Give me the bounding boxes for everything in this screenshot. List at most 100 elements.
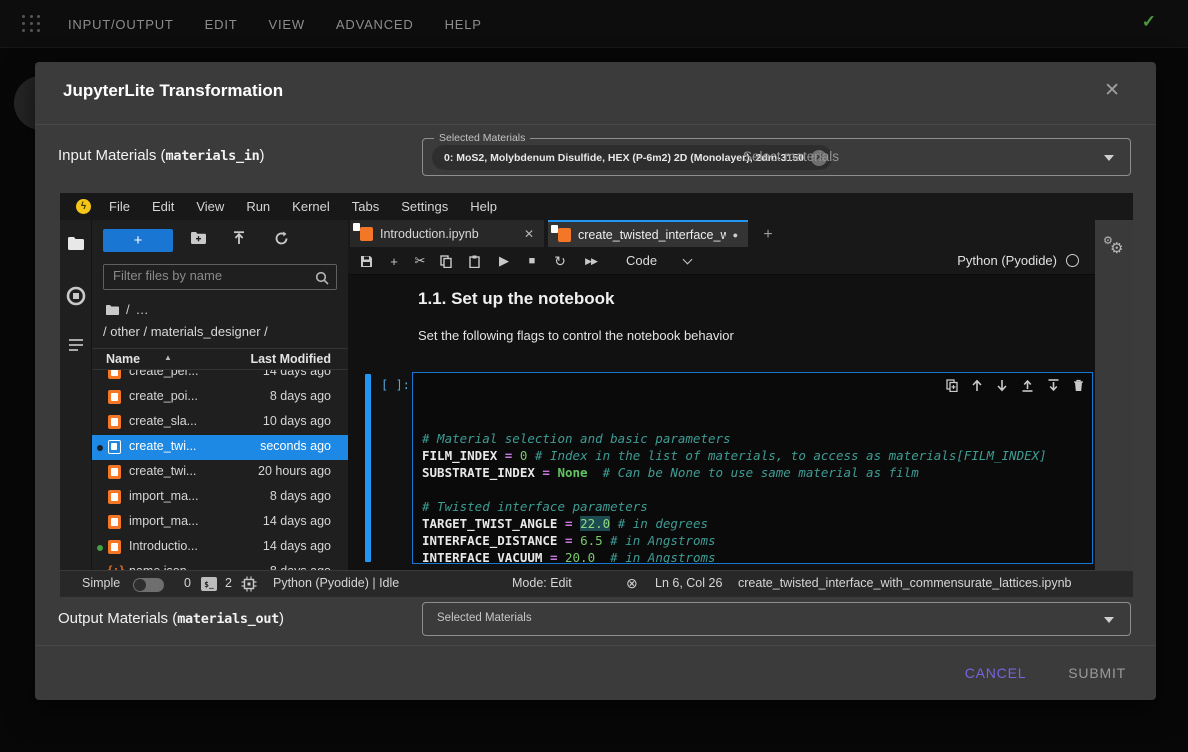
file-row[interactable]: create_twi... 20 hours ago xyxy=(92,460,348,485)
new-folder-icon[interactable] xyxy=(190,231,207,245)
toggle-knob xyxy=(134,579,146,591)
new-tab-button[interactable]: + xyxy=(755,222,781,247)
notebook-file-icon xyxy=(558,228,571,242)
file-row[interactable]: import_ma... 14 days ago xyxy=(92,510,348,535)
restart-kernel-icon[interactable]: ↻ xyxy=(550,247,570,275)
file-row[interactable]: Introductio... 14 days ago xyxy=(92,535,348,560)
move-cell-up-icon[interactable] xyxy=(971,379,983,392)
submit-button[interactable]: SUBMIT xyxy=(1068,665,1126,681)
kernel-status-text[interactable]: Python (Pyodide) | Idle xyxy=(273,576,399,590)
dropdown-caret-icon[interactable] xyxy=(1104,617,1114,623)
appbar-menu-item[interactable]: VIEW xyxy=(268,17,304,32)
chevron-down-icon[interactable] xyxy=(683,255,693,265)
column-name[interactable]: Name xyxy=(106,352,140,366)
copy-cells-icon[interactable] xyxy=(436,247,456,275)
file-row[interactable]: create_twi... seconds ago xyxy=(92,435,348,460)
file-row[interactable]: create_poi... 8 days ago xyxy=(92,385,348,410)
notebook-file-icon xyxy=(108,490,121,504)
file-row[interactable]: create_per... 14 days ago xyxy=(92,370,348,385)
restart-run-all-icon[interactable]: ▶▶ xyxy=(578,247,604,275)
file-modified: 14 days ago xyxy=(263,370,331,378)
dropdown-caret-icon[interactable] xyxy=(1104,155,1114,161)
stop-kernel-icon[interactable]: ■ xyxy=(522,247,542,275)
jupyter-menu-item[interactable]: Edit xyxy=(141,199,185,214)
running-kernels-icon[interactable] xyxy=(66,286,86,306)
duplicate-cell-icon[interactable] xyxy=(946,379,958,392)
upload-icon[interactable] xyxy=(232,231,246,246)
output-materials-dropdown[interactable]: Selected Materials xyxy=(422,602,1131,636)
notebook-file-icon xyxy=(108,440,121,454)
input-materials-select[interactable]: Selected Materials 0: MoS2, Molybdenum D… xyxy=(422,138,1131,176)
appbar-menu-item[interactable]: INPUT/OUTPUT xyxy=(68,17,174,32)
appbar-menu-item[interactable]: EDIT xyxy=(205,17,238,32)
kernel-name-button[interactable]: Python (Pyodide) xyxy=(957,253,1057,268)
appbar-menu-item[interactable]: ADVANCED xyxy=(336,17,414,32)
insert-cell-above-icon[interactable] xyxy=(1021,379,1034,392)
code-lines[interactable]: # Material selection and basic parameter… xyxy=(422,379,1092,564)
terminals-count[interactable]: 0 xyxy=(184,576,191,590)
file-row[interactable]: create_sla... 10 days ago xyxy=(92,410,348,435)
breadcrumb-folder-icon[interactable] xyxy=(105,304,120,316)
breadcrumb[interactable]: / … xyxy=(105,302,149,317)
code-line: TARGET_TWIST_ANGLE = 22.0 # in degrees xyxy=(422,515,1092,532)
appbar-menu-item[interactable]: HELP xyxy=(445,17,482,32)
jupyter-menu-item[interactable]: Tabs xyxy=(341,199,390,214)
notebook-file-icon xyxy=(108,370,121,379)
dialog-footer: CANCEL SUBMIT xyxy=(35,645,1156,700)
breadcrumb-ellipsis[interactable]: … xyxy=(136,302,149,317)
jupyter-menu-item[interactable]: View xyxy=(185,199,235,214)
jupyterlite-logo-icon: ϟ xyxy=(76,199,91,214)
table-of-contents-icon[interactable] xyxy=(68,338,84,352)
kernel-chip-icon xyxy=(241,576,257,592)
cut-cells-icon[interactable]: ✂ xyxy=(410,247,430,275)
file-row[interactable]: import_ma... 8 days ago xyxy=(92,485,348,510)
column-last-modified[interactable]: Last Modified xyxy=(250,352,331,366)
insert-cell-below-icon[interactable] xyxy=(1047,379,1060,392)
jupyter-menu-item[interactable]: File xyxy=(98,199,141,214)
jupyter-menu-item[interactable]: Settings xyxy=(390,199,459,214)
insert-cell-icon[interactable]: + xyxy=(384,247,404,275)
jupyter-menu-item[interactable]: Help xyxy=(459,199,508,214)
file-row[interactable]: name.json 8 days ago xyxy=(92,560,348,570)
jupyter-left-rail xyxy=(60,220,92,570)
tab-introduction[interactable]: Introduction.ipynb ✕ xyxy=(350,220,544,247)
jupyter-menu-item[interactable]: Run xyxy=(235,199,281,214)
editor-mode-indicator[interactable]: Mode: Edit xyxy=(512,576,572,590)
dialog-close-icon[interactable]: ✕ xyxy=(1104,79,1120,102)
jupyter-status-bar: Simple 0 $_ 2 Python (Pyodide) | Idle Mo… xyxy=(60,570,1133,597)
kernels-count[interactable]: 2 xyxy=(225,576,232,590)
cursor-position[interactable]: Ln 6, Col 26 xyxy=(655,576,722,590)
breadcrumb-current-path[interactable]: / other / materials_designer / xyxy=(103,324,268,339)
jupyter-menu-item[interactable]: Kernel xyxy=(281,199,341,214)
cancel-button[interactable]: CANCEL xyxy=(965,665,1027,681)
run-cell-icon[interactable]: ▶ xyxy=(494,247,514,275)
code-cell-editor[interactable]: # Material selection and basic parameter… xyxy=(412,372,1093,564)
paste-cells-icon[interactable] xyxy=(464,247,484,275)
app-grid-icon[interactable] xyxy=(22,15,42,33)
property-inspector-gear-icon[interactable]: ⚙⚙ xyxy=(1103,234,1127,258)
tab-create-twisted-interface[interactable]: create_twisted_interface_w ● xyxy=(548,220,748,247)
sort-ascending-icon[interactable]: ▲ xyxy=(164,353,172,362)
file-status-dot xyxy=(97,395,103,401)
kernel-status-icon[interactable] xyxy=(1066,254,1079,267)
cell-type-dropdown[interactable]: Code xyxy=(626,253,657,268)
save-icon[interactable] xyxy=(356,247,376,275)
trust-shield-icon[interactable]: ⊗ xyxy=(626,575,638,592)
tab-close-icon[interactable]: ✕ xyxy=(524,227,534,241)
file-status-dot xyxy=(97,470,103,476)
delete-cell-icon[interactable] xyxy=(1073,379,1084,392)
file-browser-tab-icon[interactable] xyxy=(67,236,85,251)
simple-mode-toggle[interactable] xyxy=(133,578,164,592)
file-name: create_per... xyxy=(129,370,199,378)
notebook-file-icon xyxy=(108,465,121,479)
move-cell-down-icon[interactable] xyxy=(996,379,1008,392)
jupyter-menus: FileEditViewRunKernelTabsSettingsHelp xyxy=(98,199,508,214)
cell-collapser[interactable] xyxy=(365,374,371,562)
new-launcher-button[interactable]: + xyxy=(103,229,173,252)
active-filename: create_twisted_interface_with_commensura… xyxy=(738,576,1072,590)
filter-files-input[interactable] xyxy=(113,268,308,283)
notebook-panel: Introduction.ipynb ✕ create_twisted_inte… xyxy=(348,220,1095,570)
refresh-icon[interactable] xyxy=(274,231,289,246)
search-icon xyxy=(315,271,329,285)
check-icon[interactable]: ✓ xyxy=(1142,12,1156,32)
